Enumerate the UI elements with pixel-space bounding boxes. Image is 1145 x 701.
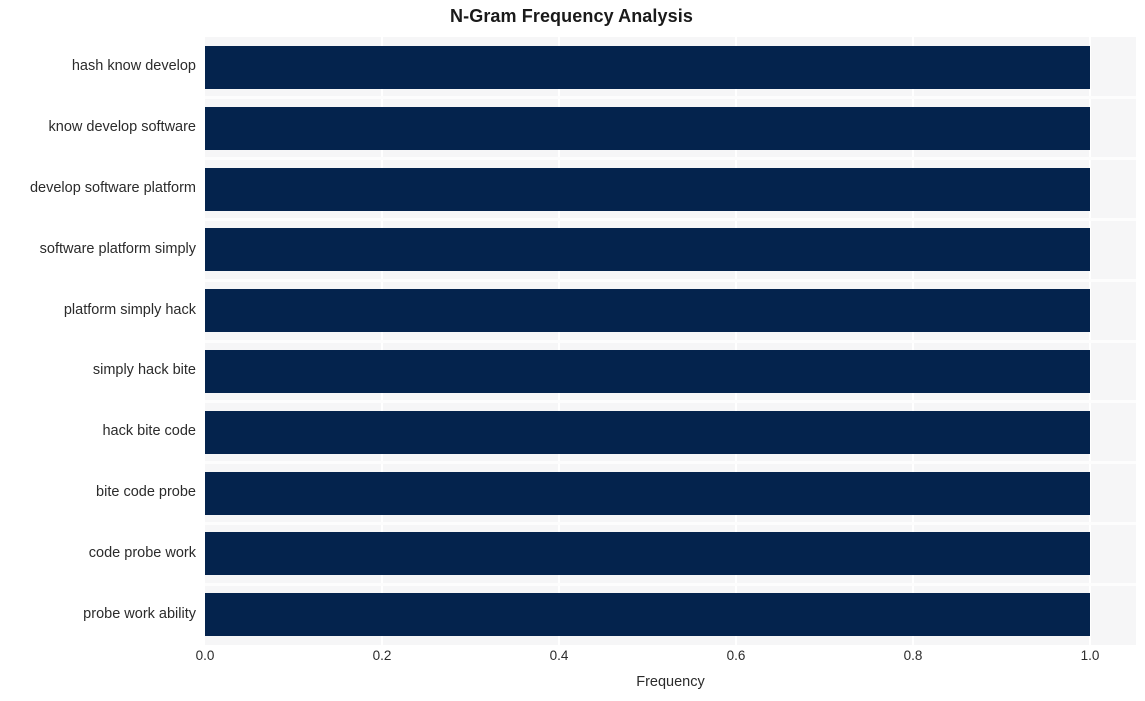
x-axis-tick-label: 0.2 [372, 648, 392, 663]
y-axis-tick-label: hack bite code [102, 423, 196, 440]
x-axis-title: Frequency [636, 674, 705, 690]
y-axis-tick-label: hash know develop [71, 58, 196, 75]
x-axis-tick-labels: 0.0 0.2 0.4 0.6 0.8 1.0 [0, 648, 1145, 672]
y-axis-tick-label: develop software platform [29, 180, 196, 196]
bar[interactable] [205, 45, 1090, 89]
x-axis-tick-label: 0.8 [903, 648, 923, 663]
ngram-frequency-bar-chart: N-Gram Frequency Analysis hash know deve… [0, 0, 1145, 701]
chart-title-text: N-Gram Frequency Analysis [450, 6, 693, 26]
bar[interactable] [205, 228, 1090, 272]
y-axis-tick-label: probe work ability [83, 605, 196, 622]
bar[interactable] [205, 532, 1090, 576]
bar[interactable] [205, 593, 1090, 637]
category-separator [205, 461, 1136, 465]
x-axis-tick-label: 1.0 [1080, 648, 1100, 663]
bar[interactable] [205, 167, 1090, 211]
plot-area [205, 37, 1136, 645]
category-separator [205, 278, 1136, 282]
y-axis-tick-label: code probe work [88, 544, 196, 561]
bar[interactable] [205, 410, 1090, 454]
category-separator [205, 582, 1136, 586]
category-separator [205, 521, 1136, 525]
category-separator [205, 400, 1136, 404]
y-axis-tick-label: platform simply hack [63, 301, 196, 318]
x-axis-tick-label: 0.4 [549, 648, 569, 663]
x-axis-tick-label: 0.0 [195, 648, 215, 663]
bar[interactable] [205, 471, 1090, 515]
y-axis-tick-label: bite code probe [96, 484, 196, 500]
y-axis-tick-label: simply hack bite [92, 362, 196, 379]
category-separator [205, 339, 1136, 343]
category-separator [205, 96, 1136, 100]
bar[interactable] [205, 349, 1090, 393]
category-separator [205, 217, 1136, 221]
x-axis-tick-label: 0.6 [726, 648, 746, 663]
bar[interactable] [205, 106, 1090, 150]
y-axis-labels: hash know develop know develop software de… [0, 0, 196, 701]
category-separator [205, 157, 1136, 161]
y-axis-tick-label: know develop software [48, 119, 197, 136]
bar[interactable] [205, 289, 1090, 333]
y-axis-tick-label: software platform simply [39, 240, 196, 257]
